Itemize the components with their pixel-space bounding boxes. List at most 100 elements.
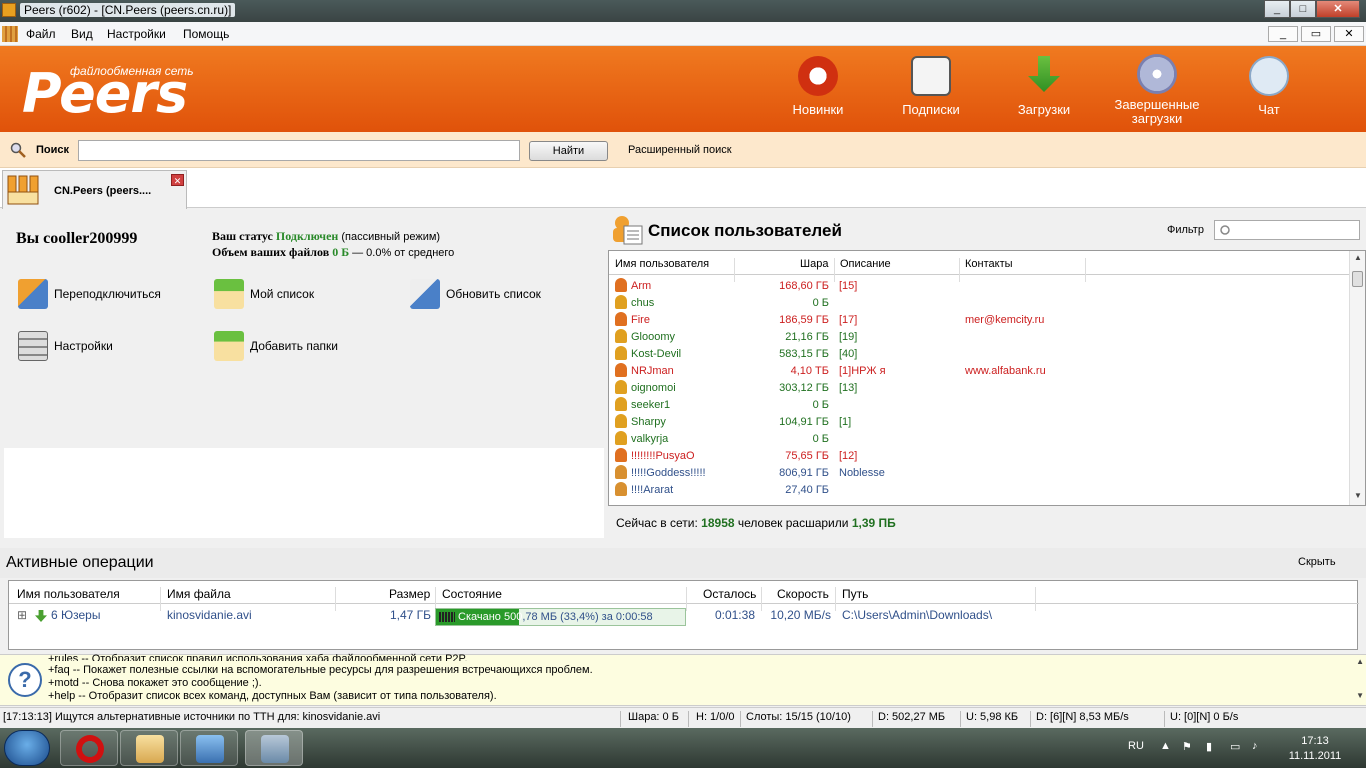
user-description: [15] — [839, 280, 858, 292]
user-share: 0 Б — [812, 297, 829, 309]
search-button[interactable]: Найти — [529, 141, 608, 161]
col-description[interactable]: Описание — [840, 258, 891, 270]
tray-expand-icon[interactable]: ▲ — [1160, 740, 1171, 752]
add-folders-button[interactable]: Добавить папки — [214, 330, 338, 362]
menu-view[interactable]: Вид — [71, 27, 93, 41]
taskbar-media-player[interactable] — [180, 730, 238, 766]
tab-cn-peers[interactable]: CN.Peers (peers.... ✕ — [2, 170, 187, 209]
subscriptions-icon — [911, 56, 951, 96]
nav-chat-button[interactable]: Чат — [1214, 56, 1324, 117]
col-op-size[interactable]: Размер — [389, 587, 430, 601]
col-op-path[interactable]: Путь — [842, 587, 868, 601]
user-row[interactable]: chus 0 Б — [609, 294, 1349, 311]
reconnect-button[interactable]: Переподключиться — [18, 278, 161, 310]
col-share[interactable]: Шара — [800, 258, 828, 270]
user-row[interactable]: Glooomy 21,16 ГБ [19] — [609, 328, 1349, 345]
col-op-username[interactable]: Имя пользователя — [17, 587, 120, 601]
users-panel: Список пользователей Фильтр Имя пользова… — [604, 210, 1366, 548]
power-icon[interactable]: ▮ — [1206, 740, 1212, 753]
user-row[interactable]: valkyrja 0 Б — [609, 430, 1349, 447]
mdi-minimize-button[interactable]: _ — [1268, 26, 1298, 42]
user-share: 21,16 ГБ — [785, 331, 829, 343]
user-icon — [615, 329, 627, 343]
status-value: Подключен — [275, 229, 339, 243]
nav-new-button[interactable]: Новинки — [763, 56, 873, 117]
user-row[interactable]: !!!!!Goddess!!!!! 806,91 ГБ Noblesse — [609, 464, 1349, 481]
status-separator — [620, 711, 621, 727]
menu-help[interactable]: Помощь — [183, 27, 229, 41]
progress-text: Скачано 500,78 МБ (33,4%) за 0:00:58 — [458, 611, 653, 623]
user-icon — [615, 363, 627, 377]
status-hubs: H: 1/0/0 — [696, 711, 735, 723]
mdi-close-button[interactable]: ✕ — [1334, 26, 1364, 42]
settings-icon — [18, 331, 48, 361]
user-row[interactable]: Kost-Devil 583,15 ГБ [40] — [609, 345, 1349, 362]
refresh-list-button[interactable]: Обновить список — [410, 278, 541, 310]
op-path: C:\Users\Admin\Downloads\ — [842, 608, 993, 622]
maximize-button[interactable]: □ — [1290, 0, 1316, 18]
menu-settings[interactable]: Настройки — [107, 27, 166, 41]
nav-subscriptions-button[interactable]: Подписки — [876, 56, 986, 117]
search-label: Поиск — [36, 144, 70, 156]
user-icon — [615, 312, 627, 326]
hub-info-panel: Вы cooller200999 Ваш статус Подключен (п… — [4, 210, 604, 448]
mdi-restore-button[interactable]: ▭ — [1301, 26, 1331, 42]
col-op-speed[interactable]: Скорость — [777, 587, 829, 601]
close-button[interactable]: ✕ — [1316, 0, 1360, 18]
filter-input[interactable] — [1214, 220, 1360, 240]
windows-taskbar: RU ▲ ⚑ ▮ ▭ ♪ 17:13 11.11.2011 — [0, 728, 1366, 768]
settings-button[interactable]: Настройки — [18, 330, 113, 362]
taskbar-peers[interactable] — [245, 730, 303, 766]
col-op-remaining[interactable]: Осталось — [703, 587, 756, 601]
scroll-down-icon[interactable]: ▼ — [1354, 491, 1362, 500]
col-op-state[interactable]: Состояние — [442, 587, 502, 601]
taskbar-opera[interactable] — [60, 730, 118, 766]
status-label: Ваш статус — [212, 229, 273, 243]
user-row[interactable]: Sharpy 104,91 ГБ [1] — [609, 413, 1349, 430]
help-line-faq: +faq -- Покажет полезные ссылки на вспом… — [48, 664, 593, 676]
search-input[interactable] — [78, 140, 520, 161]
user-description: [1]НРЖ я — [839, 365, 886, 377]
users-scrollbar[interactable]: ▲ ▼ — [1349, 251, 1365, 505]
scrollbar-thumb[interactable] — [1352, 271, 1363, 287]
user-row[interactable]: !!!!Ararat 27,40 ГБ — [609, 481, 1349, 498]
col-contacts[interactable]: Контакты — [965, 258, 1013, 270]
mdi-app-icon[interactable] — [2, 26, 18, 42]
col-op-filename[interactable]: Имя файла — [167, 587, 231, 601]
expand-icon[interactable]: ⊞ — [17, 608, 27, 622]
active-operations-table: Имя пользователя Имя файла Размер Состоя… — [8, 580, 1359, 650]
nav-completed-button[interactable]: Завершенные загрузки — [1102, 54, 1212, 126]
download-progress: Скачано 500,78 МБ (33,4%) за 0:00:58 — [435, 608, 686, 626]
taskbar-explorer[interactable] — [120, 730, 178, 766]
tab-close-icon[interactable]: ✕ — [171, 174, 184, 186]
language-indicator[interactable]: RU — [1128, 740, 1144, 752]
info-scroll-up-icon[interactable]: ▲ — [1356, 657, 1364, 666]
minimize-button[interactable]: _ — [1264, 0, 1290, 18]
user-icon — [615, 465, 627, 479]
hide-button[interactable]: Скрыть — [1298, 556, 1336, 568]
user-contact: www.alfabank.ru — [965, 365, 1046, 377]
user-row[interactable]: !!!!!!!!PusyaO 75,65 ГБ [12] — [609, 447, 1349, 464]
menu-file[interactable]: Файл — [26, 27, 56, 41]
scroll-up-icon[interactable]: ▲ — [1354, 253, 1362, 262]
flag-icon[interactable]: ⚑ — [1182, 740, 1192, 753]
op-filename: kinosvidanie.avi — [167, 608, 252, 622]
user-row[interactable]: Arm 168,60 ГБ [15] — [609, 277, 1349, 294]
user-row[interactable]: Fire 186,59 ГБ [17] mer@kemcity.ru — [609, 311, 1349, 328]
nav-downloads-button[interactable]: Загрузки — [989, 56, 1099, 117]
user-description: [1] — [839, 416, 852, 428]
user-row[interactable]: NRJman 4,10 ТБ [1]НРЖ я www.alfabank.ru — [609, 362, 1349, 379]
user-row[interactable]: oignomoi 303,12 ГБ [13] — [609, 379, 1349, 396]
my-list-button[interactable]: Мой список — [214, 278, 314, 310]
clock[interactable]: 17:13 11.11.2011 — [1270, 734, 1360, 764]
user-row[interactable]: seeker1 0 Б — [609, 396, 1349, 413]
info-scroll-down-icon[interactable]: ▼ — [1356, 691, 1364, 700]
start-button[interactable] — [4, 730, 50, 766]
download-row[interactable]: ⊞ 6 Юзеры kinosvidanie.avi 1,47 ГБ Скача… — [9, 605, 1359, 626]
user-share: 0 Б — [812, 433, 829, 445]
volume-icon[interactable]: ♪ — [1252, 740, 1258, 752]
network-icon[interactable]: ▭ — [1230, 740, 1240, 753]
user-icon — [615, 431, 627, 445]
col-username[interactable]: Имя пользователя — [615, 258, 709, 270]
advanced-search-link[interactable]: Расширенный поиск — [628, 144, 732, 156]
